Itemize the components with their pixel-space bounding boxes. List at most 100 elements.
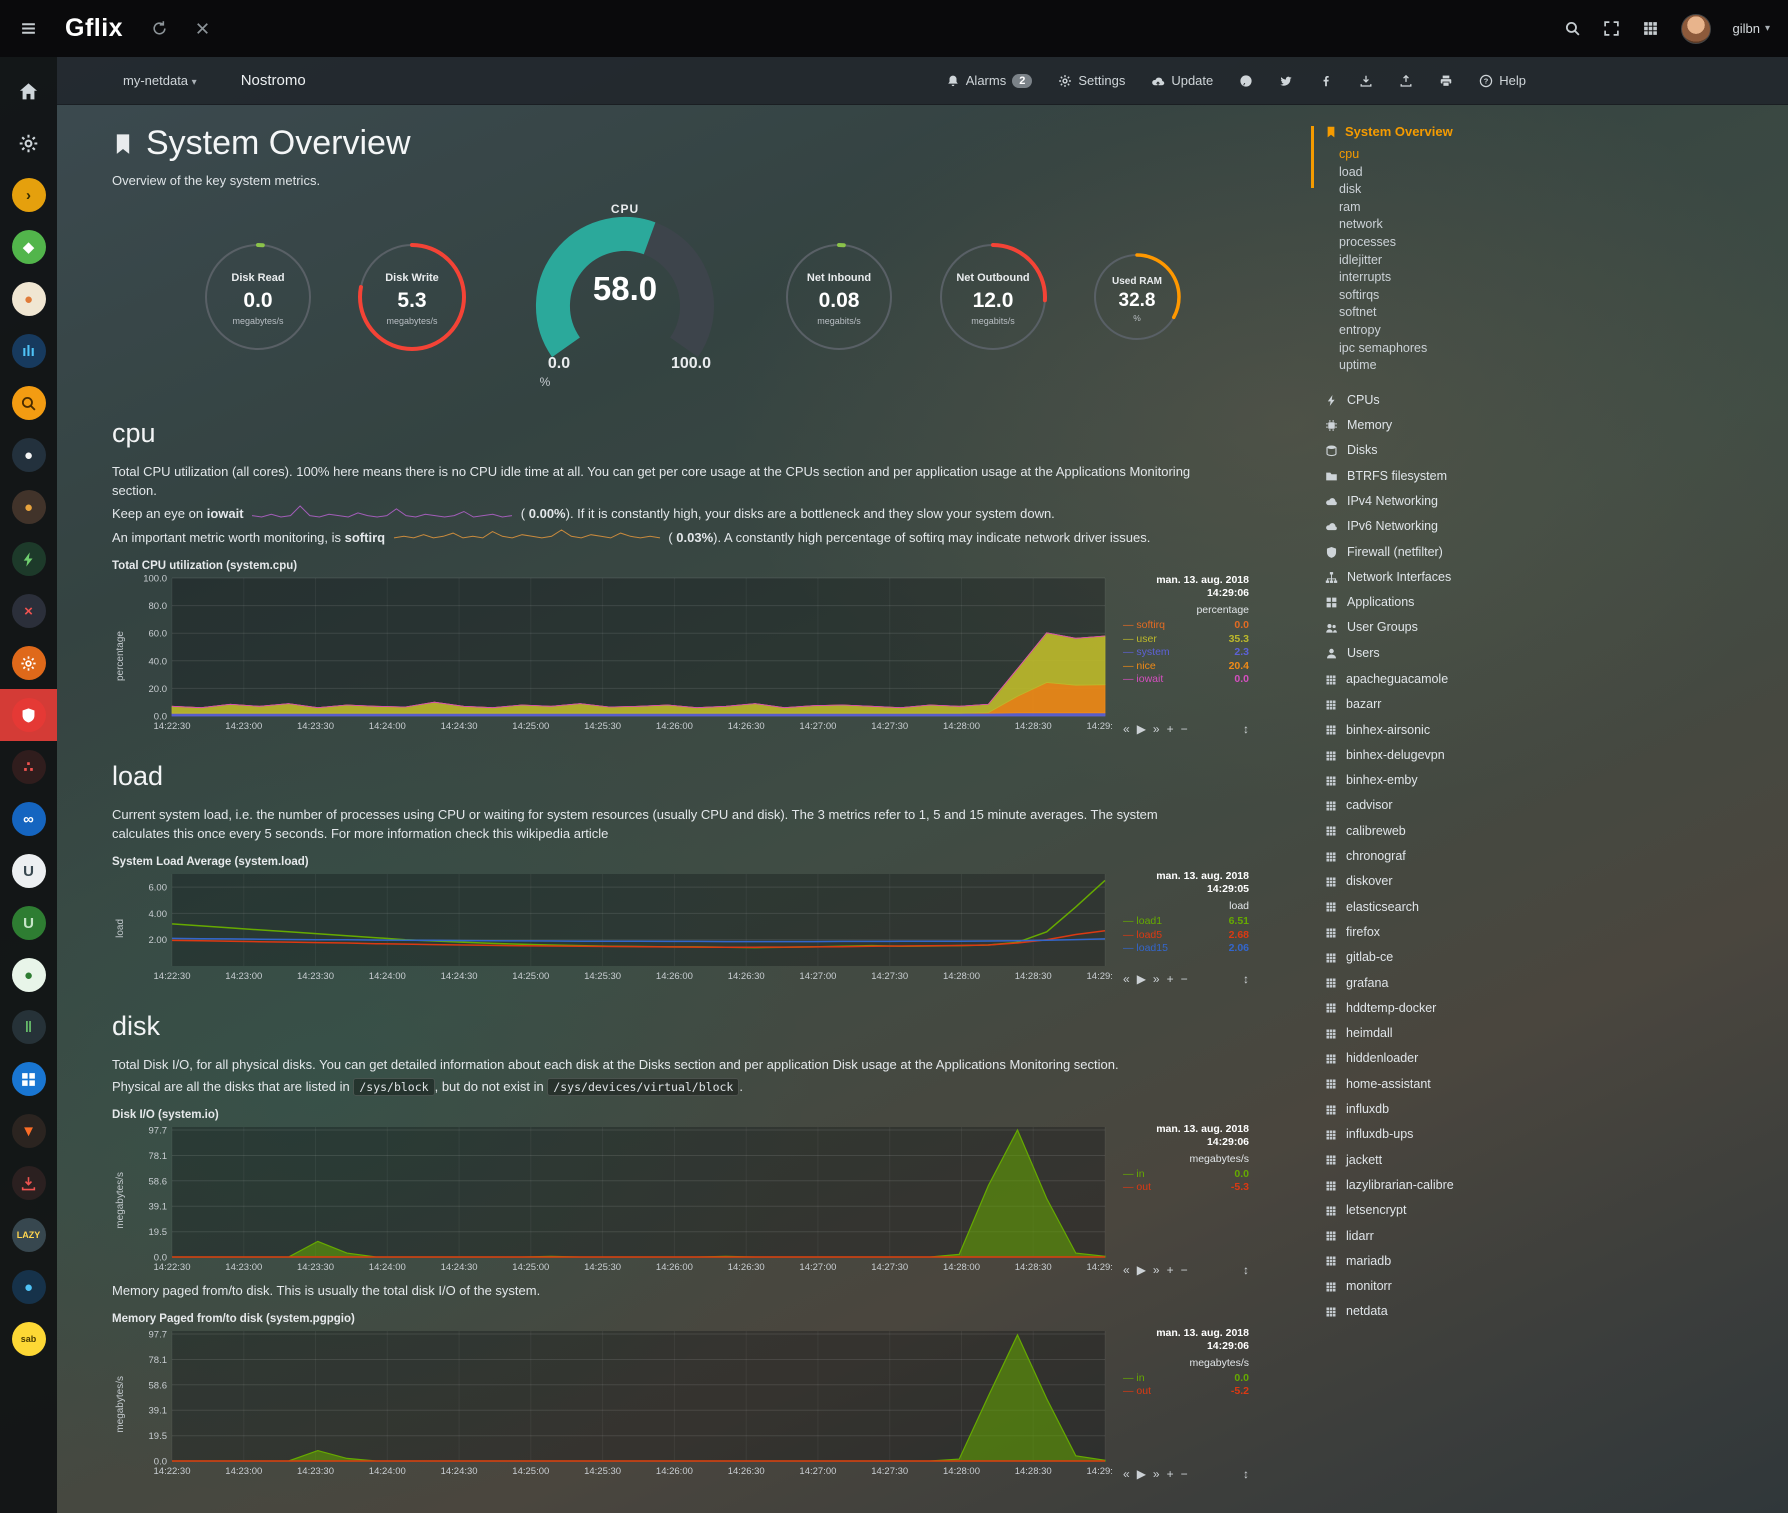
user-menu[interactable]: gilbn ▾ (1733, 21, 1771, 36)
legend-nice[interactable]: — nice 20.4 (1123, 660, 1249, 674)
nav-app-mariadb[interactable]: mariadb (1325, 1249, 1577, 1274)
chart-resize-handle[interactable]: ↕ (1243, 722, 1249, 736)
sidebar-app-librespeed[interactable]: ‖ (0, 1001, 57, 1053)
nav-app-binhex-airsonic[interactable]: binhex-airsonic (1325, 718, 1577, 743)
sidebar-app-app-u-green[interactable]: U (0, 897, 57, 949)
pgpgio-chart-plot[interactable]: 14:22:3014:23:0014:23:3014:24:0014:24:30… (128, 1327, 1113, 1482)
nav-app-calibreweb[interactable]: calibreweb (1325, 819, 1577, 844)
nav-item-ram[interactable]: ram (1325, 199, 1577, 217)
cpu-chart-plot[interactable]: 14:22:3014:23:0014:23:3014:24:0014:24:30… (128, 574, 1113, 737)
nav-section-firewall-netfilter[interactable]: Firewall (netfilter) (1325, 540, 1577, 565)
sidebar-app-gitlab[interactable]: ▼ (0, 1105, 57, 1157)
ndnav-alarms[interactable]: Alarms2 (946, 73, 1033, 88)
ndnav-update[interactable]: Update (1151, 73, 1213, 88)
gauge-cpu[interactable]: CPU 58.0 0.0 100.0 % (508, 202, 743, 397)
chart-tool-pan-left[interactable]: « (1123, 1467, 1130, 1481)
nav-app-grafana[interactable]: grafana (1325, 971, 1577, 996)
nav-item-cpu[interactable]: cpu (1325, 146, 1577, 164)
nav-section-ipv6-networking[interactable]: IPv6 Networking (1325, 514, 1577, 539)
sidebar-app-lazylibrarian[interactable]: LAZY (0, 1209, 57, 1261)
sidebar-app-app-bolt[interactable] (0, 533, 57, 585)
nav-item-softnet[interactable]: softnet (1325, 304, 1577, 322)
nav-system-overview[interactable]: System Overview (1325, 124, 1577, 139)
legend-in[interactable]: — in 0.0 (1123, 1168, 1249, 1182)
ndnav-upload[interactable] (1399, 74, 1413, 88)
nav-section-btrfs-filesystem[interactable]: BTRFS filesystem (1325, 464, 1577, 489)
nav-item-ipc-semaphores[interactable]: ipc semaphores (1325, 340, 1577, 358)
nav-app-hddtemp-docker[interactable]: hddtemp-docker (1325, 996, 1577, 1021)
sidebar-app-sabnzbd[interactable]: sab (0, 1313, 57, 1365)
nav-app-cadvisor[interactable]: cadvisor (1325, 793, 1577, 818)
gauge-net-inbound[interactable]: Net Inbound 0.08 megabits/s (781, 239, 897, 360)
nav-section-user-groups[interactable]: User Groups (1325, 615, 1577, 640)
nav-section-ipv4-networking[interactable]: IPv4 Networking (1325, 489, 1577, 514)
legend-iowait[interactable]: — iowait 0.0 (1123, 673, 1249, 687)
chart-tool-zoom-in[interactable]: + (1167, 972, 1174, 986)
nav-app-influxdb-ups[interactable]: influxdb-ups (1325, 1122, 1577, 1147)
nav-app-apacheguacamole[interactable]: apacheguacamole (1325, 667, 1577, 692)
nav-app-firefox[interactable]: firefox (1325, 920, 1577, 945)
legend-user[interactable]: — user 35.3 (1123, 633, 1249, 647)
nav-app-elasticsearch[interactable]: elasticsearch (1325, 895, 1577, 920)
chart-tool-zoom-in[interactable]: + (1167, 1467, 1174, 1481)
sidebar-app-app-swirl[interactable]: ● (0, 949, 57, 1001)
chart-resize-handle[interactable]: ↕ (1243, 972, 1249, 986)
chart-resize-handle[interactable]: ↕ (1243, 1263, 1249, 1277)
legend-load5[interactable]: — load5 2.68 (1123, 929, 1249, 943)
sidebar-app-deluge[interactable]: ● (0, 1261, 57, 1313)
nav-item-network[interactable]: network (1325, 216, 1577, 234)
sidebar-app-app-down[interactable] (0, 1157, 57, 1209)
host-dropdown[interactable]: my-netdata ▾ (123, 73, 197, 88)
wikipedia-link[interactable]: wikipedia article (517, 826, 609, 841)
nav-item-processes[interactable]: processes (1325, 234, 1577, 252)
sidebar-app-app-dots[interactable]: ∴ (0, 741, 57, 793)
sidebar-app-heimdall[interactable] (0, 1053, 57, 1105)
nav-section-applications[interactable]: Applications (1325, 590, 1577, 615)
chart-tool-play[interactable]: ▶ (1137, 1263, 1146, 1277)
nav-section-disks[interactable]: Disks (1325, 438, 1577, 463)
gauge-used-ram[interactable]: Used RAM 32.8 % (1089, 249, 1185, 350)
sidebar-app-plex[interactable]: › (0, 169, 57, 221)
ndnav-facebook[interactable] (1319, 74, 1333, 88)
legend-out[interactable]: — out -5.3 (1123, 1181, 1249, 1195)
ndnav-settings[interactable]: Settings (1058, 73, 1125, 88)
nav-item-load[interactable]: load (1325, 164, 1577, 182)
sidebar-app-nextcloud[interactable]: ∞ (0, 793, 57, 845)
chart-tool-zoom-out[interactable]: − (1181, 1467, 1188, 1481)
nav-app-lidarr[interactable]: lidarr (1325, 1224, 1577, 1249)
chart-tool-pan-left[interactable]: « (1123, 972, 1130, 986)
sidebar-app-app-x[interactable]: × (0, 585, 57, 637)
chart-tool-zoom-in[interactable]: + (1167, 722, 1174, 736)
nav-item-softirqs[interactable]: softirqs (1325, 287, 1577, 305)
refresh-tab-button[interactable] (151, 20, 168, 37)
ndnav-github[interactable] (1239, 74, 1253, 88)
nav-app-jackett[interactable]: jackett (1325, 1148, 1577, 1173)
nav-section-cpus[interactable]: CPUs (1325, 388, 1577, 413)
nav-app-bazarr[interactable]: bazarr (1325, 692, 1577, 717)
chart-tool-pan-left[interactable]: « (1123, 722, 1130, 736)
legend-system[interactable]: — system 2.3 (1123, 646, 1249, 660)
chart-tool-pan-left[interactable]: « (1123, 1263, 1130, 1277)
nav-item-disk[interactable]: disk (1325, 181, 1577, 199)
nav-section-users[interactable]: Users (1325, 641, 1577, 666)
legend-load15[interactable]: — load15 2.06 (1123, 942, 1249, 956)
load-chart-plot[interactable]: 14:22:3014:23:0014:23:3014:24:0014:24:30… (128, 870, 1113, 987)
chart-tool-play[interactable]: ▶ (1137, 1467, 1146, 1481)
legend-softirq[interactable]: — softirq 0.0 (1123, 619, 1249, 633)
fullscreen-icon[interactable] (1603, 20, 1620, 37)
chart-tool-play[interactable]: ▶ (1137, 972, 1146, 986)
nav-app-netdata[interactable]: netdata (1325, 1299, 1577, 1324)
nav-app-gitlab-ce[interactable]: gitlab-ce (1325, 945, 1577, 970)
legend-out[interactable]: — out -5.2 (1123, 1385, 1249, 1399)
nav-app-binhex-delugevpn[interactable]: binhex-delugevpn (1325, 743, 1577, 768)
ndnav-twitter[interactable] (1279, 74, 1293, 88)
close-tab-button[interactable] (194, 20, 211, 37)
chart-tool-pan-right[interactable]: » (1153, 1263, 1160, 1277)
ndnav-download[interactable] (1359, 74, 1373, 88)
nav-app-letsencrypt[interactable]: letsencrypt (1325, 1198, 1577, 1223)
chart-resize-handle[interactable]: ↕ (1243, 1467, 1249, 1481)
chart-tool-play[interactable]: ▶ (1137, 722, 1146, 736)
nav-app-monitorr[interactable]: monitorr (1325, 1274, 1577, 1299)
nav-section-memory[interactable]: Memory (1325, 413, 1577, 438)
nav-item-interrupts[interactable]: interrupts (1325, 269, 1577, 287)
